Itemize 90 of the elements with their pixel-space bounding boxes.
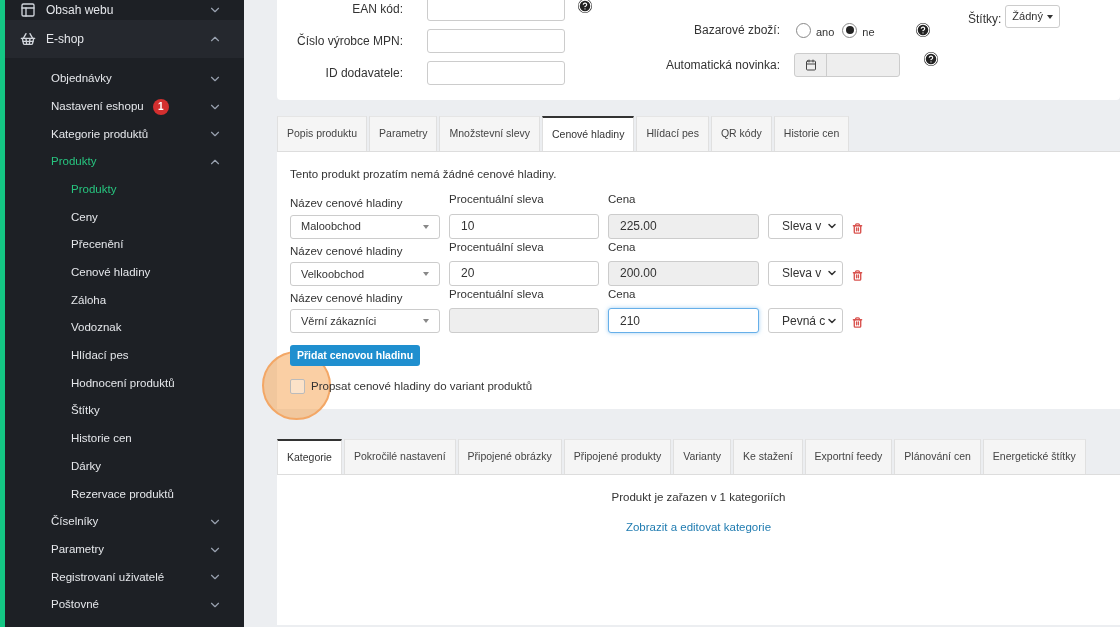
sidebar-item[interactable]: Obsah webu — [5, 0, 244, 19]
sidebar-item[interactable]: Registrovaní uživatelé — [5, 563, 244, 592]
sidebar-item[interactable]: Poštovné — [5, 591, 244, 619]
sidebar-item[interactable]: Nastavení eshopu 1 — [5, 92, 244, 121]
field-label: Číslo výrobce MPN: — [295, 32, 404, 50]
text-input[interactable] — [427, 0, 565, 21]
caret-icon — [1046, 14, 1053, 19]
field-label: ID dodavatele: — [324, 65, 404, 82]
calendar-icon — [804, 58, 817, 71]
notification-badge: 1 — [152, 98, 169, 115]
field-label: Procentuální sleva — [449, 286, 545, 302]
field-label: Štítky: — [968, 10, 1002, 28]
sidebar-subitem[interactable]: Ceny — [5, 203, 244, 232]
tab[interactable]: QR kódy — [710, 116, 772, 151]
caret-icon — [423, 319, 429, 323]
sidebar-item[interactable]: Kategorie produktů — [5, 120, 244, 149]
sidebar-subitem[interactable]: Hodnocení produktů — [5, 369, 244, 398]
caret-icon — [423, 224, 429, 229]
category-count-text: Produkt je zařazen v 1 kategoriích — [611, 490, 786, 506]
help-icon[interactable] — [924, 52, 938, 66]
field-label: EAN kód: — [351, 1, 404, 18]
sidebar-item[interactable]: Parametry — [5, 535, 244, 564]
level-select[interactable]: Velkoobchod — [290, 261, 440, 286]
field-label: Název cenové hladiny — [290, 196, 404, 212]
tab[interactable]: Hlídací pes — [636, 116, 709, 151]
tab[interactable]: Pokročilé nastavení — [343, 439, 456, 475]
sidebar-subitem[interactable]: Historie cen — [5, 424, 244, 453]
sidebar-subitem[interactable]: Produkty — [5, 175, 244, 204]
radio-button[interactable] — [796, 22, 811, 38]
delete-icon[interactable] — [852, 222, 863, 234]
tab[interactable]: Množstevní slevy — [439, 116, 540, 151]
radio-label: ne — [862, 25, 875, 40]
tags-dropdown[interactable]: Žádný — [1005, 5, 1060, 28]
sidebar-subitem[interactable]: Záloha — [5, 286, 244, 315]
sidebar-subitem[interactable]: Cenové hladiny — [5, 258, 244, 287]
field-label: Procentuální sleva — [449, 239, 545, 255]
help-icon[interactable] — [578, 0, 592, 13]
tab[interactable]: Varianty — [673, 439, 731, 475]
delete-icon[interactable] — [852, 269, 863, 281]
radio-button[interactable] — [842, 22, 858, 38]
text-input[interactable] — [427, 61, 565, 85]
tab[interactable]: Plánování cen — [894, 439, 981, 475]
field-label: Bazarové zboží: — [692, 22, 780, 40]
sidebar-subitem[interactable]: Štítky — [5, 397, 244, 425]
field-label: Název cenové hladiny — [290, 290, 404, 306]
field-label: Cena — [608, 239, 637, 255]
price-input[interactable]: 210 — [608, 308, 759, 333]
field-label: Název cenové hladiny — [290, 243, 404, 259]
sidebar-item[interactable]: E-shop — [5, 20, 244, 58]
discount-input[interactable]: 10 — [449, 213, 599, 239]
type-select[interactable]: Sleva v — [768, 213, 843, 239]
caret-icon — [423, 271, 429, 276]
tab[interactable]: Popis produktu — [277, 116, 368, 151]
edit-categories-link[interactable]: Zobrazit a editovat kategorie — [625, 518, 772, 536]
sidebar-subitem[interactable]: Přecenění — [5, 231, 244, 259]
sidebar-item[interactable]: Číselníky — [5, 508, 244, 536]
tab[interactable]: Exportní feedy — [804, 439, 893, 475]
tab[interactable]: Historie cen — [773, 116, 850, 151]
field-label: Cena — [608, 192, 637, 208]
field-label: Cena — [608, 286, 637, 302]
tab[interactable]: Kategorie — [277, 439, 342, 475]
layout-icon — [20, 1, 36, 18]
field-label: Automatická novinka: — [665, 56, 780, 74]
type-select[interactable]: Sleva v — [768, 260, 843, 286]
sidebar-subitem[interactable]: Rezervace produktů — [5, 480, 244, 508]
level-select[interactable]: Věrní zákazníci — [290, 309, 440, 333]
sidebar-subitem[interactable]: Hlídací pes — [5, 341, 244, 370]
tab[interactable]: Ke stažení — [732, 439, 803, 475]
sidebar-subitem[interactable]: Vodoznak — [5, 314, 244, 342]
field-label: Procentuální sleva — [449, 192, 545, 208]
help-icon[interactable] — [916, 23, 930, 38]
discount-input[interactable]: 20 — [449, 260, 599, 286]
tab[interactable]: Připojené obrázky — [457, 439, 562, 475]
info-message: Tento produkt prozatím nemá žádné cenové hladiny. — [290, 167, 558, 182]
tab[interactable]: Připojené produkty — [563, 439, 672, 475]
level-select[interactable]: Maloobchod — [290, 214, 440, 239]
tab[interactable]: Parametry — [369, 116, 438, 151]
type-select[interactable]: Pevná c — [768, 308, 843, 333]
tab[interactable]: Energetické štítky — [982, 439, 1086, 475]
sidebar-item[interactable]: Produkty — [5, 148, 244, 176]
sidebar-subitem[interactable]: Dárky — [5, 452, 244, 481]
tab[interactable]: Cenové hladiny — [542, 116, 635, 151]
date-input[interactable] — [794, 52, 900, 77]
radio-label: ano — [816, 25, 835, 40]
delete-icon[interactable] — [852, 317, 863, 328]
add-level-button[interactable]: Přidat cenovou hladinu — [290, 345, 421, 366]
checkbox[interactable] — [290, 379, 305, 395]
sidebar-item[interactable]: Objednávky — [5, 65, 244, 93]
basket-icon — [20, 31, 36, 47]
text-input[interactable] — [427, 29, 565, 53]
